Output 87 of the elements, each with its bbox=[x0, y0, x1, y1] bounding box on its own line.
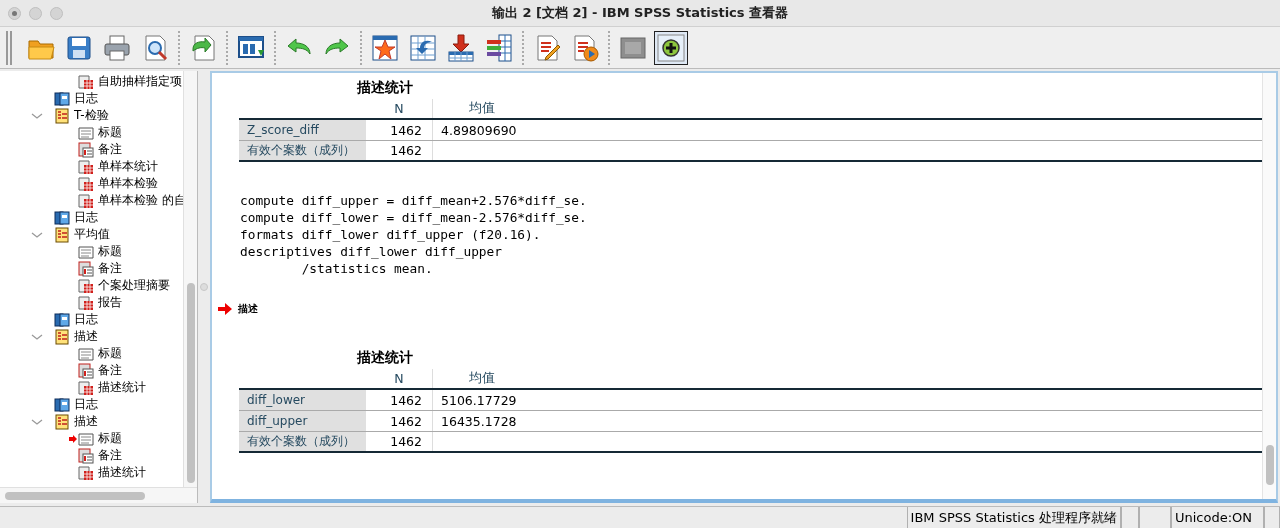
row-header: Z_score_diff bbox=[239, 120, 366, 140]
outline-item[interactable]: 日志 bbox=[74, 90, 98, 107]
table-title: 描述统计 bbox=[355, 348, 414, 367]
outline-heading-icon bbox=[54, 328, 70, 345]
outline-item[interactable]: 日志 bbox=[74, 311, 98, 328]
close-button[interactable] bbox=[8, 6, 21, 20]
table-cell-text: 5106.17729 bbox=[440, 391, 518, 410]
printer-icon bbox=[102, 32, 132, 63]
outline-item[interactable]: 平均值 bbox=[74, 226, 110, 243]
toolbar-grip[interactable] bbox=[6, 30, 12, 65]
output-heading: 描述 bbox=[238, 302, 258, 316]
outline-item[interactable]: 报告 bbox=[98, 294, 122, 311]
outline-item[interactable]: 单样本统计 bbox=[98, 158, 158, 175]
toolbar-button[interactable] bbox=[654, 30, 688, 65]
outline-item[interactable]: 自助抽样指定项 bbox=[98, 73, 182, 90]
column-header: N bbox=[366, 99, 433, 118]
insert-arrow-icon bbox=[446, 32, 476, 63]
row-header: 有效个案数（成列） bbox=[239, 432, 366, 451]
outline-item[interactable]: 描述统计 bbox=[98, 379, 146, 396]
window-title: 输出 2 [文档 2] - IBM SPSS Statistics 查看器 bbox=[490, 4, 790, 22]
title-page-icon bbox=[78, 345, 94, 362]
column-header: 均值 bbox=[467, 99, 496, 117]
title-page-icon bbox=[78, 430, 94, 447]
table-cell: 1462 bbox=[366, 141, 433, 160]
notes-page-icon bbox=[78, 141, 94, 158]
outline-item[interactable]: 标题 bbox=[98, 345, 122, 362]
table-title: 描述统计 bbox=[355, 78, 414, 97]
outline-item[interactable]: 标题 bbox=[98, 430, 122, 447]
outline-heading-icon bbox=[54, 413, 70, 430]
table-cell: 1462 bbox=[366, 390, 433, 410]
outline-item[interactable]: 标题 bbox=[98, 243, 122, 260]
bars-table-icon bbox=[484, 32, 514, 63]
outline-item[interactable]: 描述 bbox=[74, 328, 98, 345]
outline-item[interactable]: 描述统计 bbox=[98, 464, 146, 481]
syntax-line: descriptives diff_lower diff_upper bbox=[240, 243, 502, 260]
outline-item[interactable]: 个案处理摘要 bbox=[98, 277, 170, 294]
outline-item[interactable]: 描述 bbox=[74, 413, 98, 430]
table-page-icon bbox=[78, 294, 94, 311]
outline-item[interactable]: 单样本检验 的自 bbox=[98, 192, 183, 209]
table-cell: 1462 bbox=[366, 432, 433, 451]
outline-item[interactable]: 备注 bbox=[98, 447, 122, 464]
status-text: IBM SPSS Statistics 处理程序就绪 bbox=[906, 507, 1121, 528]
notes-page-icon bbox=[78, 362, 94, 379]
log-book-icon bbox=[54, 90, 70, 107]
syntax-line: compute diff_upper = diff_mean+2.576*diff_se. bbox=[240, 192, 587, 209]
outline-item[interactable]: 单样本检验 bbox=[98, 175, 158, 192]
title-page-icon bbox=[78, 124, 94, 141]
scrollbar[interactable] bbox=[1262, 73, 1276, 499]
outline-item[interactable]: 标题 bbox=[98, 124, 122, 141]
table-page-icon bbox=[78, 158, 94, 175]
table-page-icon bbox=[78, 192, 94, 209]
syntax-line: /statistics mean. bbox=[300, 260, 433, 277]
scrollbar[interactable] bbox=[0, 487, 197, 503]
outline-heading-icon bbox=[54, 107, 70, 124]
column-header: N bbox=[366, 369, 433, 388]
notes-page-icon bbox=[78, 260, 94, 277]
row-header: diff_lower bbox=[239, 390, 366, 410]
table-page-icon bbox=[78, 379, 94, 396]
table-page-icon bbox=[78, 464, 94, 481]
outline-item[interactable]: 备注 bbox=[98, 141, 122, 158]
log-book-icon bbox=[54, 209, 70, 226]
scrollbar[interactable] bbox=[183, 71, 197, 487]
row-header: 有效个案数（成列） bbox=[239, 141, 366, 160]
table-cell-text: 16435.1728 bbox=[440, 412, 518, 431]
outline-item[interactable]: 日志 bbox=[74, 396, 98, 413]
outline-item[interactable]: 备注 bbox=[98, 260, 122, 277]
table-cell: 1462 bbox=[366, 120, 433, 140]
table-page-icon bbox=[78, 277, 94, 294]
outline-item[interactable]: 日志 bbox=[74, 209, 98, 226]
status-text: Unicode:ON bbox=[1171, 507, 1264, 528]
outline-heading-icon bbox=[54, 226, 70, 243]
log-book-icon bbox=[54, 311, 70, 328]
notes-page-icon bbox=[78, 447, 94, 464]
syntax-line: formats diff_lower diff_upper (f20.16). bbox=[240, 226, 541, 243]
table-arrow-icon bbox=[408, 32, 438, 63]
row-header: diff_upper bbox=[239, 411, 366, 431]
table-cell-text: 4.89809690 bbox=[440, 121, 518, 140]
outline-item[interactable]: 备注 bbox=[98, 362, 122, 379]
splitter-handle[interactable] bbox=[200, 283, 208, 291]
table-page-icon bbox=[78, 175, 94, 192]
table-cell: 1462 bbox=[366, 411, 433, 431]
log-book-icon bbox=[54, 396, 70, 413]
syntax-line: compute diff_lower = diff_mean-2.576*diff_se. bbox=[240, 209, 587, 226]
title-page-icon bbox=[78, 243, 94, 260]
column-header: 均值 bbox=[467, 369, 496, 387]
star-table-icon bbox=[370, 32, 400, 63]
outline-item[interactable]: T-检验 bbox=[74, 107, 109, 124]
